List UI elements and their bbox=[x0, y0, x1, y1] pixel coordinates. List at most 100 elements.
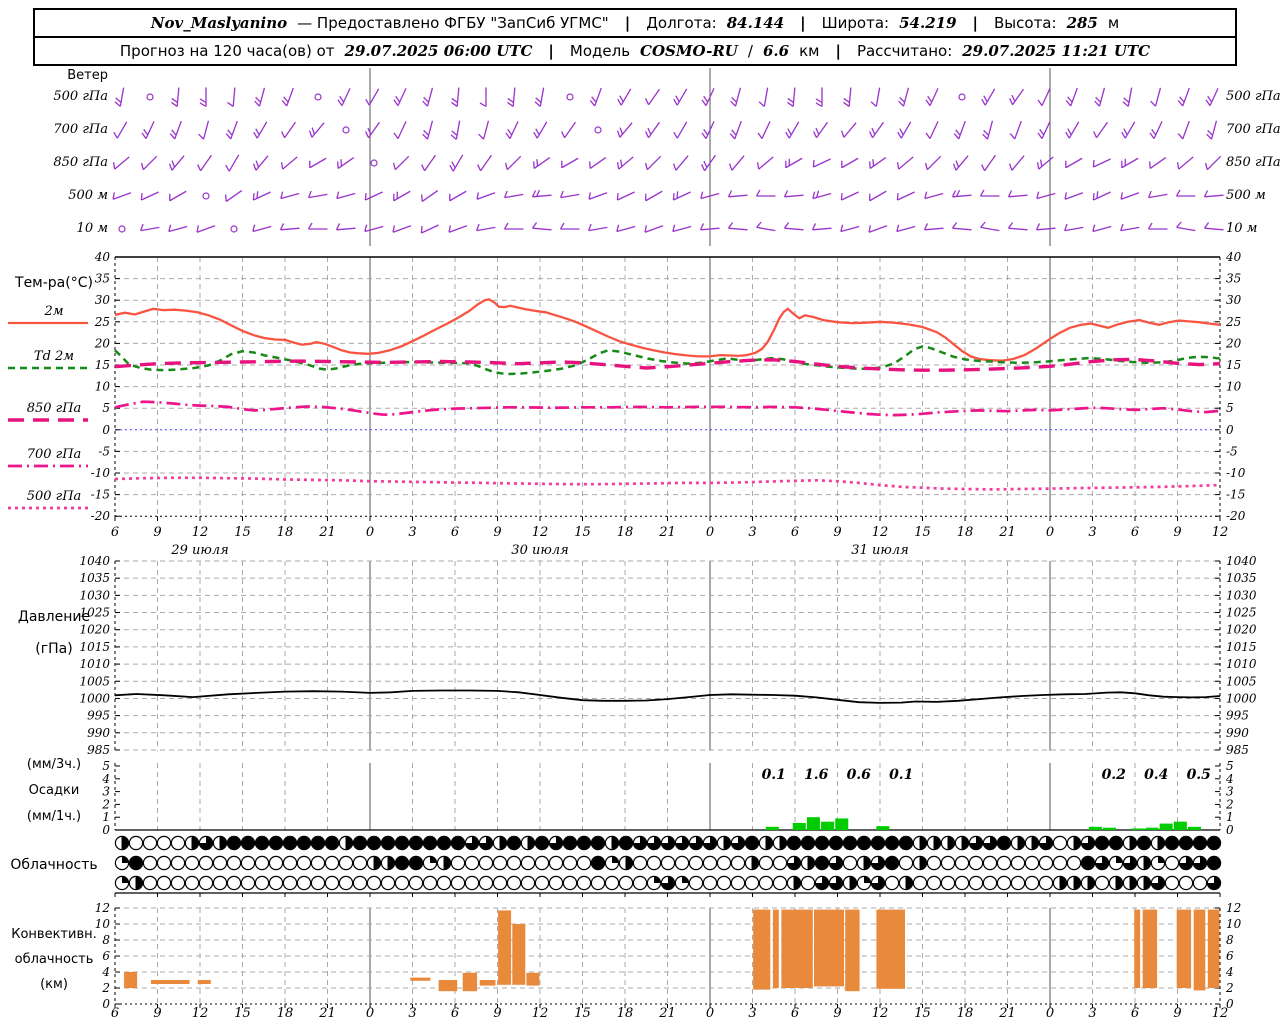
cloud-cover-symbol bbox=[1164, 855, 1180, 871]
cloud-cover-symbol bbox=[212, 875, 228, 891]
header-line1-part-6: Широта: bbox=[821, 14, 890, 32]
wind-barb bbox=[729, 120, 742, 140]
cloud-cover-symbol bbox=[912, 875, 928, 891]
pressure-panel-units: (гПа) bbox=[35, 641, 73, 657]
wind-calm-symbol bbox=[566, 93, 574, 101]
precip-3h-sum-label: 0.1 bbox=[762, 767, 786, 783]
wind-barb bbox=[1064, 223, 1084, 232]
cloud-cover-symbol bbox=[170, 835, 186, 851]
wind-barb bbox=[1147, 222, 1168, 230]
cloud-cover-symbol bbox=[772, 855, 788, 871]
wind-barb bbox=[588, 192, 608, 200]
wind-barb bbox=[169, 190, 187, 202]
wind-barb bbox=[981, 154, 996, 172]
cloud-cover-symbol bbox=[184, 875, 200, 891]
wind-barb bbox=[1176, 221, 1196, 232]
header-line1-part-7: 54.219 bbox=[899, 14, 957, 32]
wind-barb bbox=[1177, 87, 1190, 107]
header-line2-part-9: Рассчитано: bbox=[856, 42, 953, 60]
cloud-cover-symbol bbox=[758, 875, 774, 891]
cloud-cover-symbol bbox=[520, 875, 536, 891]
cloud-cover-symbol bbox=[450, 875, 466, 891]
conv-ytick-right: 4 bbox=[1225, 965, 1234, 979]
wind-barb bbox=[1148, 190, 1168, 199]
pressure-ytick-right: 995 bbox=[1226, 709, 1249, 723]
wind-barb bbox=[1206, 120, 1218, 140]
temp-xtick-label: 0 bbox=[1046, 525, 1054, 540]
bottom-xtick-label: 12 bbox=[192, 1006, 209, 1021]
header-line2-part-8: | bbox=[835, 42, 841, 60]
precip-units-1h: (мм/1ч.) bbox=[26, 809, 82, 824]
cloud-cover-symbol bbox=[926, 875, 942, 891]
wind-barb bbox=[588, 157, 607, 169]
cloud-cover-symbol bbox=[324, 875, 340, 891]
wind-barb bbox=[925, 121, 939, 139]
wind-barb bbox=[1036, 191, 1056, 200]
wind-barb bbox=[701, 121, 715, 139]
wind-barb bbox=[504, 190, 524, 199]
cloud-cover-symbol bbox=[688, 855, 704, 871]
wind-barb bbox=[1065, 157, 1083, 169]
convective-cloud-bar bbox=[197, 980, 211, 984]
precipitation-panel: 5 54 43 32 21 10 00.1 1.6 0.6 0.1 0.2 0.4 0.5 bbox=[101, 759, 1234, 837]
wind-barb bbox=[672, 224, 692, 233]
header-line-station: Nov_Maslyanino — Предоставлено ФГБУ "ЗапС… bbox=[35, 10, 1235, 36]
convective-cloud-bar bbox=[1176, 909, 1192, 988]
wind-barb bbox=[755, 189, 776, 197]
pressure-ytick-left: 1030 bbox=[79, 588, 110, 602]
convective-cloud-bar bbox=[814, 909, 844, 987]
cloud-cover-symbol bbox=[702, 855, 718, 871]
wind-barb bbox=[1204, 222, 1224, 231]
wind-barb bbox=[307, 222, 328, 230]
cloud-cover-symbol bbox=[646, 855, 662, 871]
wind-barb bbox=[280, 156, 298, 170]
wind-level-500hpa-left: 500 гПа bbox=[53, 89, 108, 104]
cloud-cover-symbol bbox=[408, 875, 424, 891]
cloud-cover-symbol bbox=[352, 875, 368, 891]
cloud-cover-symbol bbox=[464, 855, 480, 871]
cloud-cover-symbol bbox=[674, 855, 690, 871]
wind-barb bbox=[505, 121, 519, 139]
bottom-xtick-label: 3 bbox=[408, 1006, 416, 1021]
wind-barb bbox=[1009, 120, 1022, 140]
temp-ytick-right: 0 bbox=[1226, 423, 1234, 437]
wind-barb bbox=[364, 224, 384, 233]
temp-ytick-right: -20 bbox=[1226, 509, 1246, 523]
wind-barb bbox=[953, 120, 966, 140]
wind-barb bbox=[1121, 157, 1139, 169]
bottom-xtick-label: 6 bbox=[451, 1006, 459, 1021]
cloud-cover-symbol bbox=[688, 875, 704, 891]
convective-cloud-bar bbox=[1134, 909, 1141, 988]
pressure-ytick-right: 1030 bbox=[1226, 588, 1257, 602]
precip-bar-1h bbox=[806, 817, 820, 830]
wind-barb bbox=[812, 190, 832, 200]
wind-barb bbox=[897, 121, 912, 139]
cloud-cover-symbol bbox=[660, 855, 676, 871]
wind-barb bbox=[227, 87, 236, 107]
wind-barb bbox=[281, 87, 294, 107]
wind-barb bbox=[140, 155, 158, 171]
convective-cloud-bar bbox=[151, 980, 190, 984]
wind-barb bbox=[225, 154, 240, 172]
wind-barb bbox=[1204, 155, 1222, 171]
temp-ytick-right: -5 bbox=[1226, 444, 1238, 458]
wind-barb bbox=[451, 87, 460, 107]
cloud-cover-symbol bbox=[310, 855, 326, 871]
cloud-cover-symbol bbox=[282, 875, 298, 891]
cloud-cover-symbol bbox=[758, 855, 774, 871]
cloud-cover-symbol bbox=[226, 875, 242, 891]
wind-barb bbox=[309, 157, 327, 169]
convective-cloud-bar bbox=[498, 910, 512, 985]
wind-barb bbox=[785, 121, 800, 139]
wind-barb bbox=[616, 191, 635, 201]
wind-barb bbox=[224, 190, 243, 202]
wind-barb bbox=[197, 154, 212, 172]
wind-barb bbox=[114, 87, 125, 107]
temperature-panel: 40 4035 3530 3025 2520 2015 1510 105 50 0-5 -5-10-… bbox=[8, 250, 1246, 558]
wind-calm-symbol bbox=[342, 126, 350, 134]
wind-barb bbox=[868, 157, 887, 169]
cloud-cover-symbol bbox=[926, 855, 942, 871]
temp-xtick-label: 18 bbox=[957, 525, 974, 540]
wind-barb bbox=[1008, 155, 1025, 171]
cloud-cover-symbol bbox=[198, 875, 214, 891]
